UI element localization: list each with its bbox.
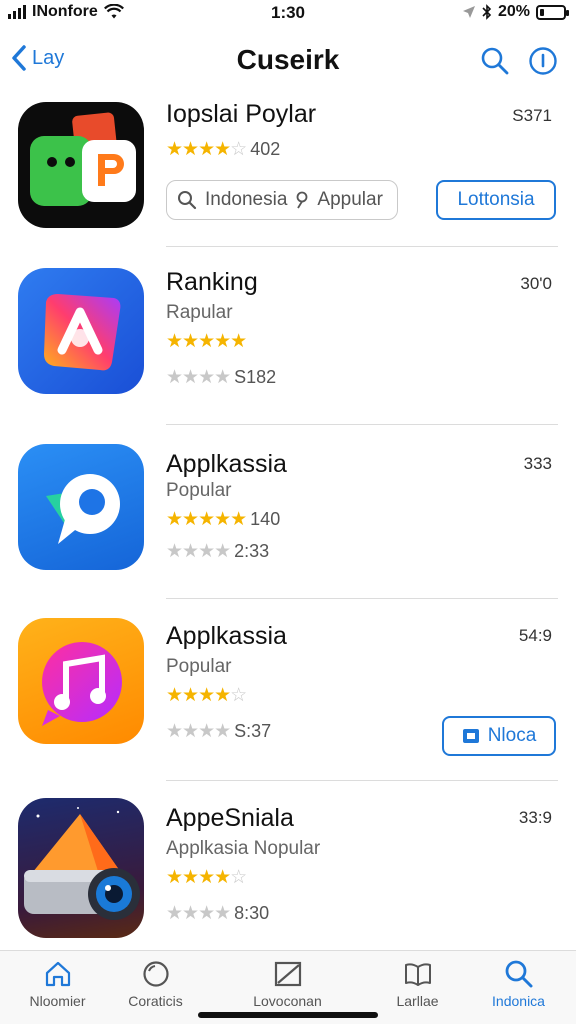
camera-gradient-icon xyxy=(18,268,144,394)
book-icon xyxy=(404,963,431,986)
search-text-right: Appular xyxy=(317,189,383,210)
tab-label: Lovoconan xyxy=(253,993,322,1009)
search-icon xyxy=(505,960,532,988)
app-name: Applkassia xyxy=(166,450,287,478)
list-item[interactable]: Ranking 30'0 Rapular ★★★★★ ★★★★ S182 xyxy=(0,266,576,426)
tab-indonica[interactable]: Indonica xyxy=(461,959,576,1009)
tab-label: Indonica xyxy=(492,993,545,1009)
button-label: Lottonsia xyxy=(457,189,535,210)
search-field[interactable]: Indonesia Appular xyxy=(166,180,398,220)
tab-label: Coraticis xyxy=(128,993,183,1009)
music-note-icon xyxy=(18,618,144,744)
status-right: 20% xyxy=(462,3,569,21)
secondary-rating: ★★★★ S:37 xyxy=(166,721,272,742)
search-text-left: Indonesia xyxy=(205,189,288,210)
list-item[interactable]: AppeSniala 33:9 Applkasia Nopular ★★★★☆ … xyxy=(0,796,576,944)
app-name: Ranking xyxy=(166,268,258,296)
app-action-button[interactable]: Lottonsia xyxy=(436,180,556,220)
app-size: 333 xyxy=(523,454,552,473)
divider xyxy=(166,424,558,425)
home-indicator xyxy=(198,1012,378,1018)
blue-p-icon xyxy=(18,444,144,570)
rating-count: 140 xyxy=(250,509,281,529)
list-item[interactable]: Iopslai Poylar S371 ★★★★☆ 402 Indonesia A… xyxy=(0,100,576,248)
circle-icon xyxy=(142,961,169,987)
app-subtitle: Popular xyxy=(166,656,232,677)
info-icon[interactable] xyxy=(528,46,558,76)
rating-stars: ★★★★★ 140 xyxy=(166,509,281,530)
app-name: AppeSniala xyxy=(166,804,294,832)
battery-icon xyxy=(536,4,569,20)
list-item[interactable]: Applkassia 333 Popular ★★★★★ 140 ★★★★ 2:33 xyxy=(0,442,576,600)
app-subtitle: Rapular xyxy=(166,302,233,323)
location-pin-icon xyxy=(297,191,308,209)
app-size: 30'0 xyxy=(520,274,552,293)
rating-count: S:37 xyxy=(234,721,272,741)
chat-bubbles-icon xyxy=(18,102,144,228)
button-label: Nloca xyxy=(487,725,537,746)
download-icon xyxy=(462,729,479,743)
home-icon xyxy=(45,961,70,987)
projector-icon xyxy=(18,798,144,938)
app-size: 54:9 xyxy=(518,626,552,645)
rating-stars: ★★★★☆ xyxy=(166,867,247,888)
divider xyxy=(166,780,558,781)
tab-lovoconan[interactable]: Lovoconan xyxy=(230,959,345,1009)
location-arrow-icon xyxy=(462,6,475,18)
app-size: 33:9 xyxy=(518,808,552,827)
search-icon xyxy=(178,191,197,210)
app-action-button[interactable]: Nloca xyxy=(442,716,556,756)
tab-coraticis[interactable]: Coraticis xyxy=(98,959,213,1009)
app-subtitle: Applkasia Nopular xyxy=(166,838,321,859)
battery-label: 20% xyxy=(497,3,530,20)
secondary-rating: ★★★★ 2:33 xyxy=(166,541,270,562)
rating-stars: ★★★★★ xyxy=(166,331,247,352)
rating-count: 2:33 xyxy=(234,541,270,561)
tab-label: Nloomier xyxy=(29,993,86,1009)
tab-larllae[interactable]: Larllae xyxy=(360,959,475,1009)
navigation-bar: Lay Cuseirk xyxy=(0,36,576,88)
app-subtitle: Popular xyxy=(166,480,232,501)
list-item[interactable]: Applkassia 54:9 Popular ★★★★☆ ★★★★ S:37 N… xyxy=(0,616,576,782)
tab-label: Larllae xyxy=(396,993,439,1009)
app-name: Applkassia xyxy=(166,622,287,650)
square-slash-icon xyxy=(274,961,301,987)
rating-stars: ★★★★☆ xyxy=(166,685,247,706)
divider xyxy=(166,246,558,247)
search-icon[interactable] xyxy=(480,46,510,76)
rating-count: 402 xyxy=(250,139,281,159)
battery-fill xyxy=(540,8,544,16)
rating-stars: ★★★★☆ 402 xyxy=(166,139,281,160)
rating-count: S182 xyxy=(234,367,277,387)
secondary-rating: ★★★★ 8:30 xyxy=(166,903,270,924)
secondary-rating: ★★★★ S182 xyxy=(166,367,277,388)
rating-count: 8:30 xyxy=(234,903,270,923)
divider xyxy=(166,598,558,599)
bluetooth-icon xyxy=(482,4,492,20)
app-name: Iopslai Poylar xyxy=(166,100,317,128)
app-size: S371 xyxy=(512,106,552,125)
status-bar: INonfore 1:30 20% xyxy=(0,0,576,26)
